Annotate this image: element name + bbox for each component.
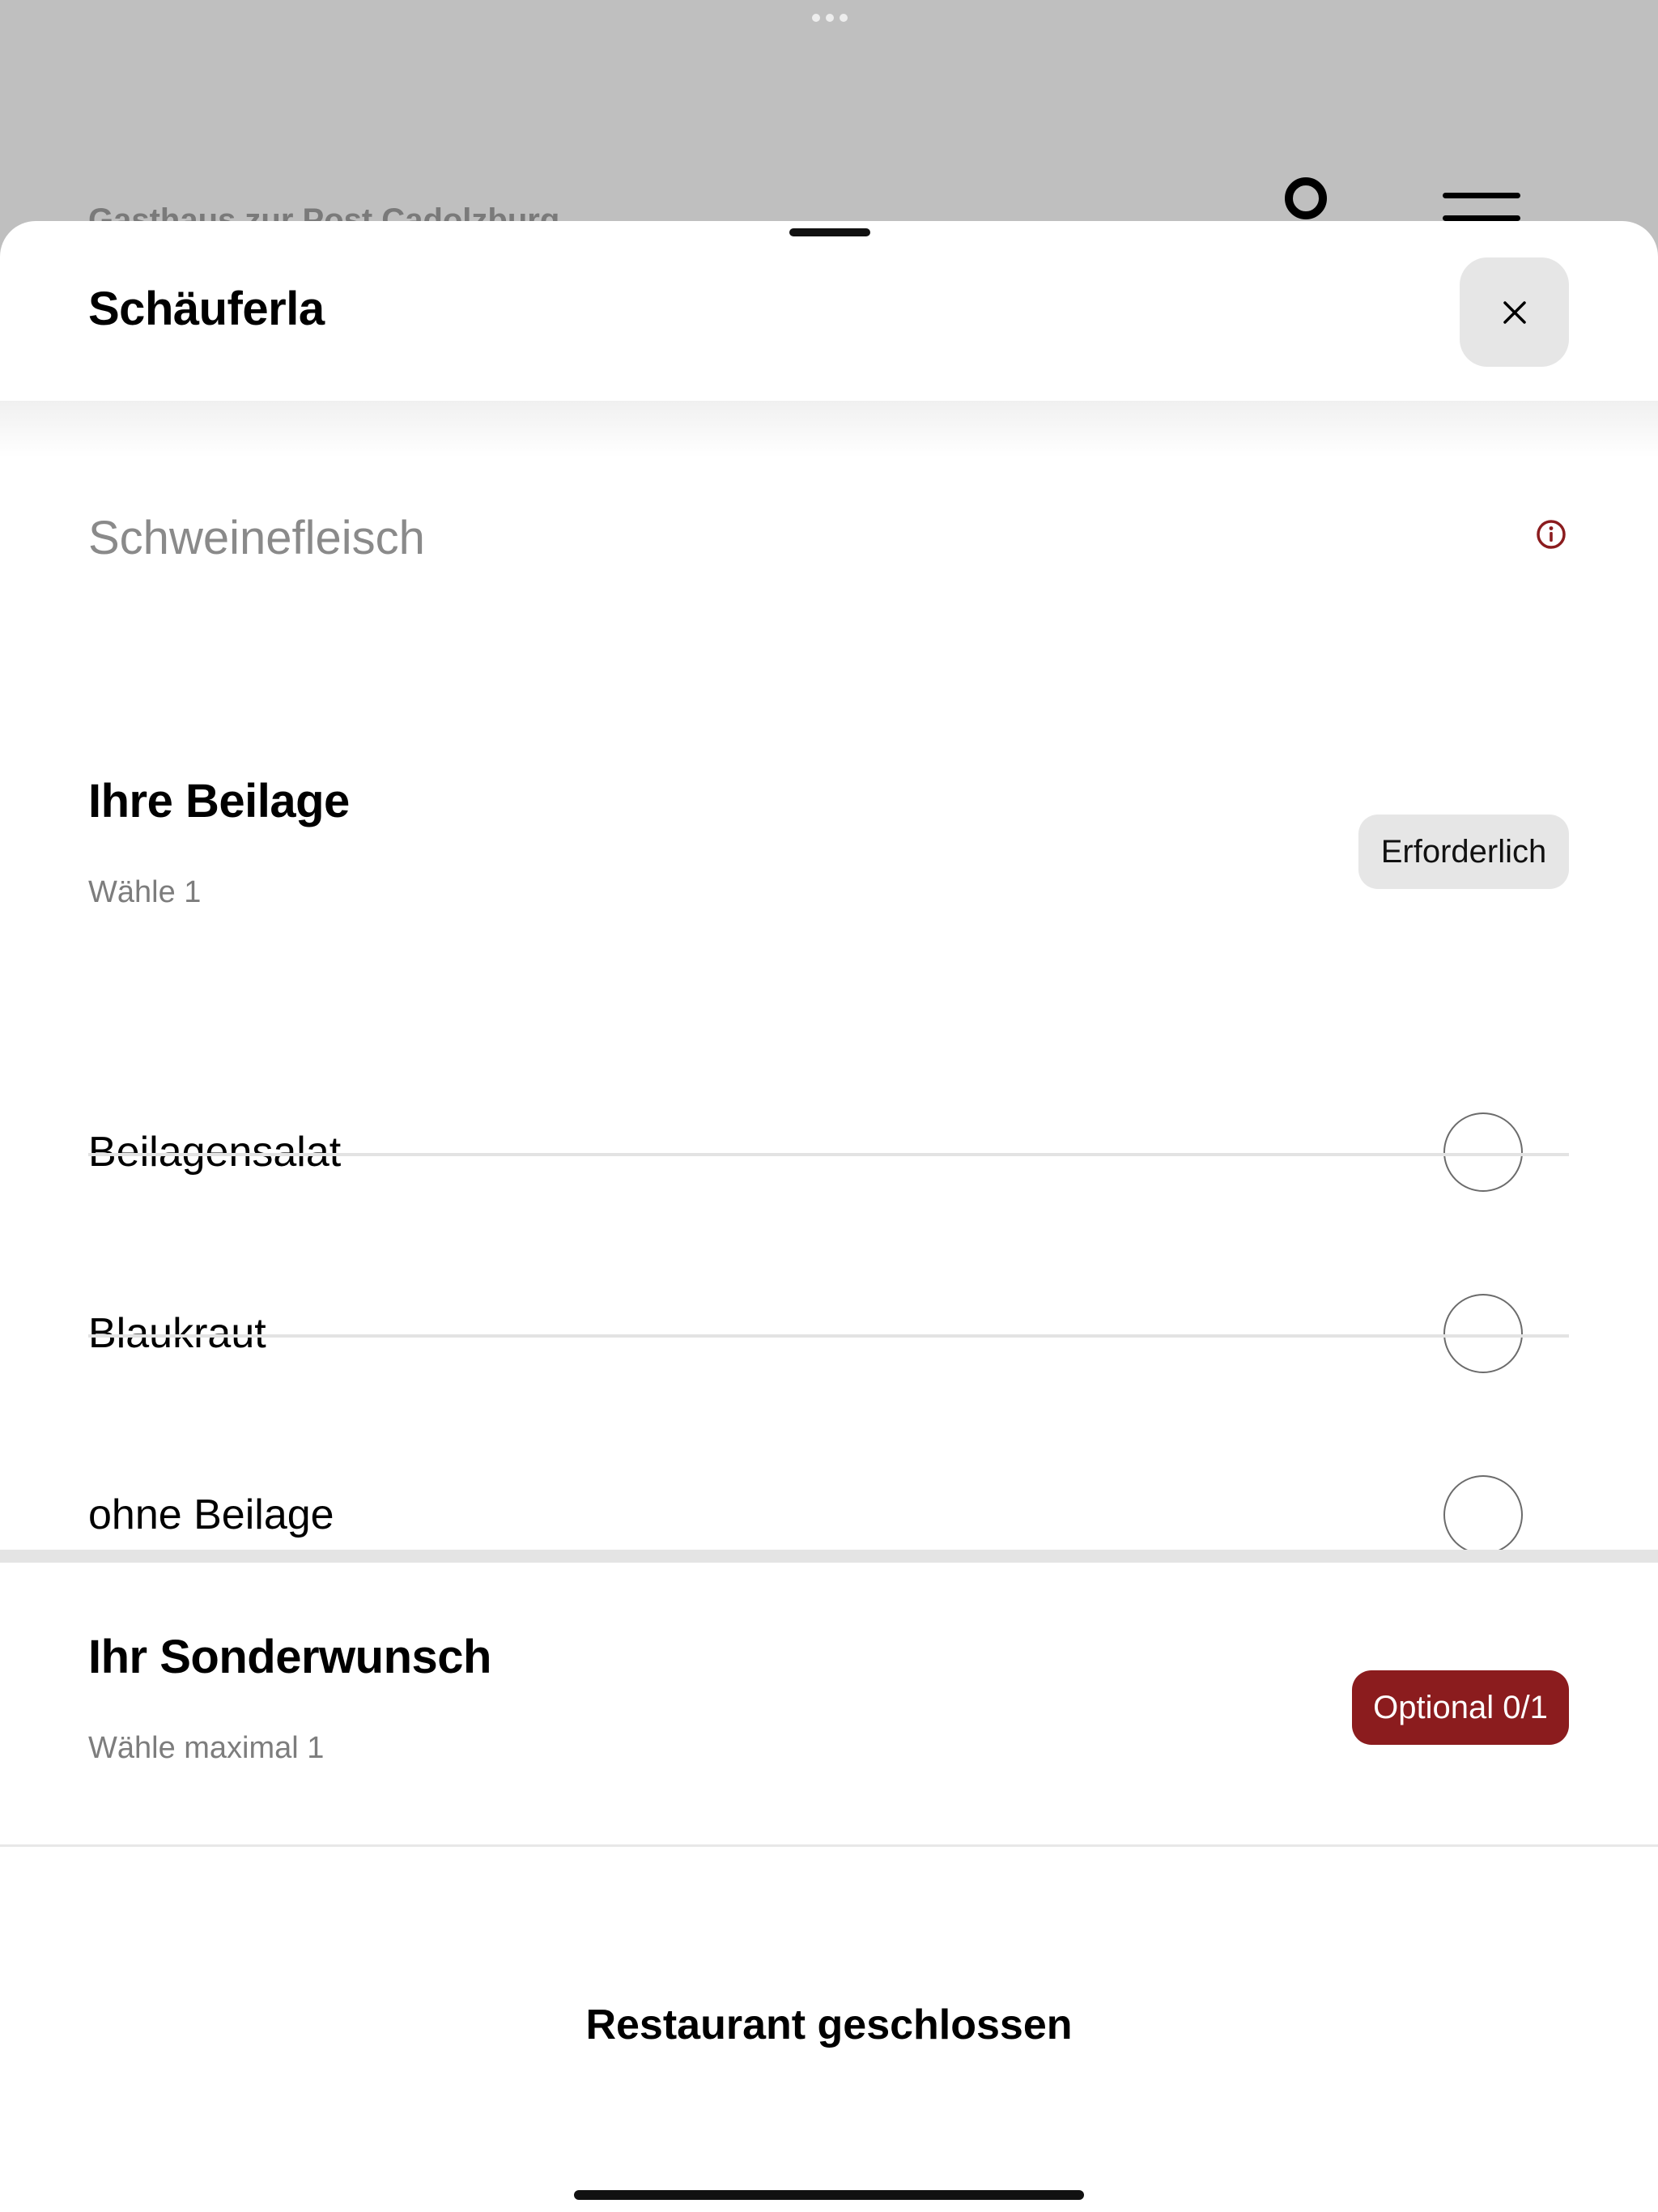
option-divider <box>88 1153 1569 1156</box>
restaurant-closed-label: Restaurant geschlossen <box>585 2001 1073 2048</box>
product-description: Schweinefleisch <box>88 512 425 564</box>
option-radio[interactable] <box>1443 1294 1523 1373</box>
option-label: ohne Beilage <box>88 1491 334 1538</box>
option-radio[interactable] <box>1443 1475 1523 1555</box>
option-radio[interactable] <box>1443 1112 1523 1192</box>
sheet-header: Schäuferla <box>0 221 1658 401</box>
section-separator <box>0 1550 1658 1563</box>
section-subtitle-beilage: Wähle 1 <box>88 875 202 909</box>
header-shadow <box>0 401 1658 457</box>
optional-badge: Optional 0/1 <box>1352 1670 1569 1745</box>
option-divider <box>88 1334 1569 1338</box>
footer-divider <box>0 1844 1658 1847</box>
option-row-ohne-beilage[interactable]: ohne Beilage <box>88 1426 1569 1606</box>
option-label: Beilagensalat <box>88 1129 342 1176</box>
product-sheet: Schäuferla Schweinefleisch Ihre Beilage … <box>0 221 1658 2212</box>
section-title-beilage: Ihre Beilage <box>88 775 350 827</box>
account-icon[interactable] <box>1284 177 1328 220</box>
required-badge: Erforderlich <box>1358 815 1569 889</box>
section-subtitle-sonderwunsch: Wähle maximal 1 <box>88 1731 325 1765</box>
close-button[interactable] <box>1460 257 1569 367</box>
close-icon <box>1503 300 1526 324</box>
option-label: Blaukraut <box>88 1310 266 1357</box>
info-icon[interactable] <box>1536 519 1567 550</box>
product-title: Schäuferla <box>88 283 325 335</box>
multitask-dots-icon[interactable] <box>812 14 848 22</box>
home-indicator[interactable] <box>574 2190 1084 2200</box>
section-title-sonderwunsch: Ihr Sonderwunsch <box>88 1631 491 1683</box>
